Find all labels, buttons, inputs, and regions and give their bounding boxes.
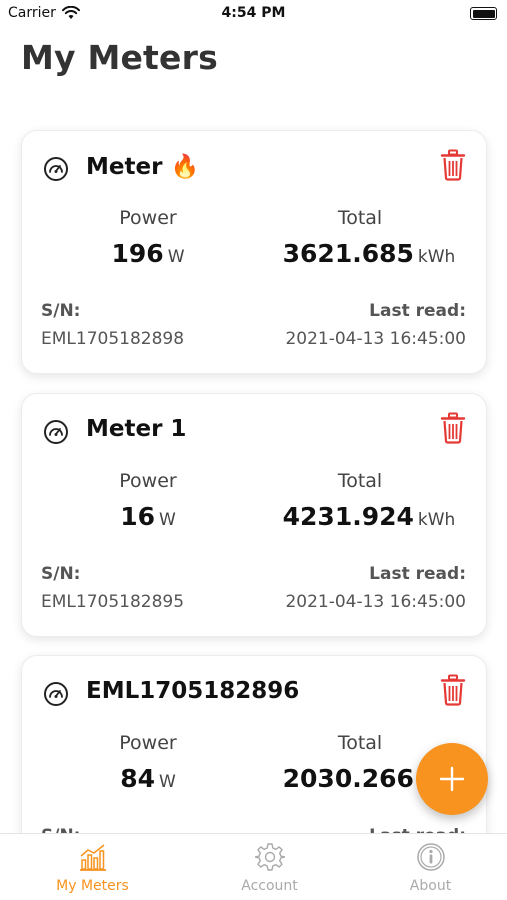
- tab-bar: My Meters Account About: [0, 833, 507, 900]
- total-unit: kWh: [417, 510, 456, 530]
- page-title: My Meters: [21, 38, 218, 77]
- status-bar: Carrier 4:54 PM: [0, 0, 507, 30]
- tab-account[interactable]: Account: [185, 834, 354, 900]
- trash-icon[interactable]: [440, 149, 466, 181]
- info-icon: [416, 843, 445, 871]
- power-unit: W: [167, 247, 185, 267]
- last-read-value: 2021-04-13 16:45:00: [285, 592, 466, 612]
- power-unit: W: [158, 510, 176, 530]
- meter-name: Meter 🔥: [86, 153, 199, 180]
- total-unit: kWh: [417, 247, 456, 267]
- last-read-label: Last read:: [369, 301, 466, 321]
- total-label: Total: [337, 207, 383, 229]
- sn-value: EML1705182898: [41, 329, 185, 349]
- tab-label: Account: [241, 878, 298, 894]
- flame-icon: 🔥: [170, 154, 200, 180]
- meter-name-text: EML1705182896: [86, 678, 300, 704]
- tab-about[interactable]: About: [346, 834, 507, 900]
- total-label: Total: [337, 470, 383, 492]
- power-unit: W: [158, 772, 176, 792]
- meter-name: Meter 1: [86, 416, 186, 442]
- meter-name: EML1705182896: [86, 678, 299, 704]
- power-reading: 84 W: [22, 764, 274, 793]
- trash-icon[interactable]: [440, 412, 466, 444]
- power-reading: 16 W: [22, 502, 274, 531]
- meter-name-text: Meter 1: [86, 416, 187, 442]
- tab-my-meters[interactable]: My Meters: [8, 834, 177, 900]
- power-label: Power: [119, 470, 177, 492]
- gauge-icon: [44, 420, 68, 444]
- tab-label: My Meters: [56, 878, 129, 894]
- meter-name-text: Meter: [86, 154, 163, 180]
- gauge-icon: [44, 682, 68, 706]
- total-value: 4231.924: [282, 502, 414, 531]
- power-value: 16: [120, 502, 155, 531]
- add-meter-button[interactable]: [416, 743, 488, 815]
- power-value: 196: [111, 239, 164, 268]
- meter-card[interactable]: Meter 🔥 Power Total 196 W 3621.685 kWh S/N…: [21, 130, 487, 374]
- total-value: 2030.266: [282, 764, 414, 793]
- power-label: Power: [119, 207, 177, 229]
- plus-icon: [439, 766, 465, 792]
- last-read-value: 2021-04-13 16:45:00: [285, 329, 466, 349]
- total-reading: 4231.924 kWh: [274, 502, 464, 531]
- chart-icon: [79, 844, 106, 871]
- power-label: Power: [119, 732, 177, 754]
- gear-icon: [254, 843, 285, 871]
- clock: 4:54 PM: [221, 5, 286, 21]
- total-value: 3621.685: [282, 239, 414, 268]
- tab-label: About: [409, 878, 452, 894]
- total-reading: 3621.685 kWh: [274, 239, 464, 268]
- sn-label: S/N:: [41, 301, 81, 321]
- sn-value: EML1705182895: [41, 592, 185, 612]
- last-read-label: Last read:: [369, 564, 466, 584]
- gauge-icon: [44, 157, 68, 181]
- battery-icon: [470, 7, 497, 20]
- meter-card[interactable]: Meter 1 Power Total 16 W 4231.924 kWh S/N:…: [21, 393, 487, 637]
- trash-icon[interactable]: [440, 674, 466, 706]
- power-value: 84: [120, 764, 155, 793]
- sn-label: S/N:: [41, 564, 81, 584]
- power-reading: 196 W: [22, 239, 274, 268]
- total-label: Total: [337, 732, 383, 754]
- screen: Carrier 4:54 PM My Meters Meter 🔥 Power …: [0, 0, 507, 900]
